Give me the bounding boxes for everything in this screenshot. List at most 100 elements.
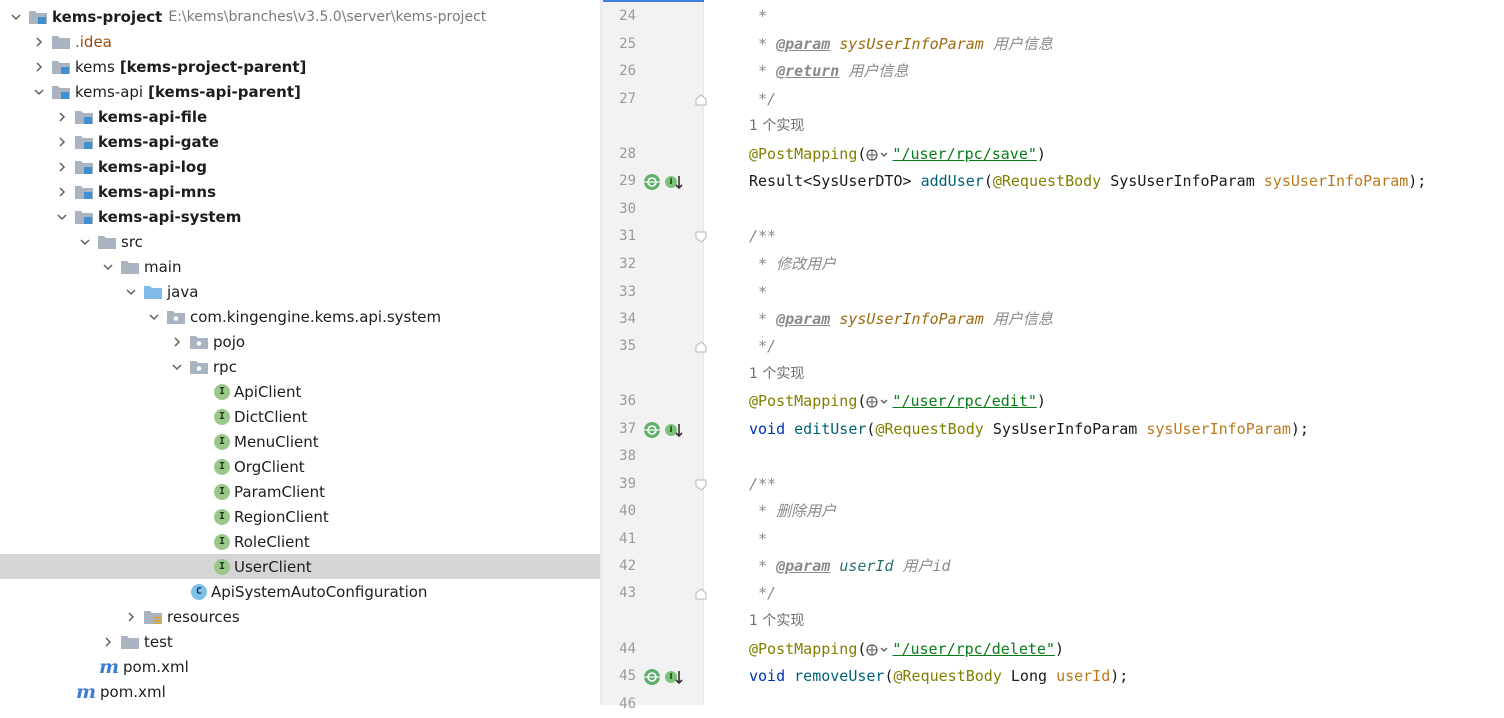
module-folder-icon: [51, 59, 71, 75]
chevron-down-icon[interactable]: [169, 359, 185, 375]
tree-item-label: kems: [75, 57, 115, 76]
tree-row-client[interactable]: I DictClient: [0, 404, 600, 429]
code-line: void removeUser(@RequestBody Long userId…: [749, 667, 1129, 685]
line-number: 33: [619, 284, 636, 300]
folder-icon: [51, 34, 71, 50]
gutter-icons: [643, 663, 684, 690]
interface-icon: I: [214, 458, 230, 475]
package-icon: [189, 359, 209, 375]
tree-row-pom[interactable]: m pom.xml: [0, 679, 600, 704]
tree-row-module[interactable]: kems-api-file: [0, 104, 600, 129]
gutter-icons: [643, 168, 684, 195]
tree-row-rpc[interactable]: rpc: [0, 354, 600, 379]
tree-item-label: OrgClient: [234, 457, 305, 476]
tree-row-src[interactable]: src: [0, 229, 600, 254]
module-folder-icon: [74, 109, 94, 125]
globe-dropdown-icon[interactable]: [866, 148, 892, 162]
tree-row-test[interactable]: test: [0, 629, 600, 654]
module-folder-icon: [51, 84, 71, 100]
code-editor[interactable]: [704, 0, 1504, 705]
tree-row-client[interactable]: I OrgClient: [0, 454, 600, 479]
tree-row-pojo[interactable]: pojo: [0, 329, 600, 354]
tree-row-kems[interactable]: kems [kems-project-parent]: [0, 54, 600, 79]
chevron-down-icon[interactable]: [146, 309, 162, 325]
web-endpoint-icon[interactable]: [643, 668, 661, 686]
tree-row-module[interactable]: kems-api-gate: [0, 129, 600, 154]
chevron-right-icon[interactable]: [123, 609, 139, 625]
tree-item-label: main: [144, 257, 182, 276]
tree-row-module[interactable]: kems-api-system: [0, 204, 600, 229]
code-line: /**: [749, 475, 777, 493]
tree-item-label: kems-api-system: [98, 207, 242, 226]
chevron-right-icon[interactable]: [54, 159, 70, 175]
tree-row-pom[interactable]: m pom.xml: [0, 654, 600, 679]
chevron-right-icon[interactable]: [31, 59, 47, 75]
tree-row-package[interactable]: com.kingengine.kems.api.system: [0, 304, 600, 329]
chevron-right-icon[interactable]: [54, 184, 70, 200]
tree-row-main[interactable]: main: [0, 254, 600, 279]
tree-item-label: .idea: [75, 32, 112, 51]
chevron-right-icon[interactable]: [100, 634, 116, 650]
project-tree: kems-project E:\kems\branches\v3.5.0\ser…: [0, 0, 600, 705]
tree-row-client[interactable]: I ParamClient: [0, 479, 600, 504]
tree-row-resources[interactable]: resources: [0, 604, 600, 629]
class-icon: C: [191, 583, 207, 600]
fold-start-icon[interactable]: [695, 231, 707, 243]
tree-item-label: DictClient: [234, 407, 308, 426]
source-folder-icon: [143, 284, 163, 300]
web-endpoint-icon[interactable]: [643, 421, 661, 439]
fold-end-icon[interactable]: [695, 588, 707, 600]
implementations-hint[interactable]: 1 个实现: [749, 113, 804, 140]
chevron-right-icon[interactable]: [31, 34, 47, 50]
folder-icon: [97, 234, 117, 250]
chevron-down-icon[interactable]: [54, 209, 70, 225]
chevron-down-icon[interactable]: [100, 259, 116, 275]
interface-icon: I: [214, 558, 230, 575]
tree-row-idea[interactable]: .idea: [0, 29, 600, 54]
web-endpoint-icon[interactable]: [643, 173, 661, 191]
tree-row-client[interactable]: I MenuClient: [0, 429, 600, 454]
code-line: * 修改用户: [758, 255, 837, 273]
chevron-down-icon[interactable]: [8, 9, 24, 25]
interface-icon: I: [214, 508, 230, 525]
globe-dropdown-icon[interactable]: [866, 643, 892, 657]
fold-end-icon[interactable]: [695, 94, 707, 106]
chevron-down-icon[interactable]: [123, 284, 139, 300]
chevron-right-icon[interactable]: [169, 334, 185, 350]
tree-row-autoconfig[interactable]: C ApiSystemAutoConfiguration: [0, 579, 600, 604]
tree-row-java[interactable]: java: [0, 279, 600, 304]
interface-icon: I: [214, 383, 230, 400]
line-number: 27: [619, 91, 636, 107]
chevron-down-icon[interactable]: [77, 234, 93, 250]
maven-icon: m: [99, 655, 120, 678]
chevron-down-icon[interactable]: [31, 84, 47, 100]
tree-row-client-selected[interactable]: I UserClient: [0, 554, 600, 579]
tree-item-label: ApiClient: [234, 382, 302, 401]
line-number: 44: [619, 641, 636, 657]
tree-row-client[interactable]: I RegionClient: [0, 504, 600, 529]
tree-item-label: ParamClient: [234, 482, 325, 501]
tree-item-label: test: [144, 632, 173, 651]
fold-start-icon[interactable]: [695, 479, 707, 491]
interface-icon: I: [214, 408, 230, 425]
tree-item-label: resources: [167, 607, 240, 626]
line-number: 35: [619, 338, 636, 354]
code-line: */: [758, 584, 777, 602]
line-number: 45: [619, 668, 636, 684]
implemented-icon[interactable]: [664, 668, 684, 686]
chevron-right-icon[interactable]: [54, 134, 70, 150]
tree-row-root[interactable]: kems-project E:\kems\branches\v3.5.0\ser…: [0, 4, 600, 29]
tree-row-client[interactable]: I RoleClient: [0, 529, 600, 554]
chevron-right-icon[interactable]: [54, 109, 70, 125]
tree-row-module[interactable]: kems-api-mns: [0, 179, 600, 204]
globe-dropdown-icon[interactable]: [866, 395, 892, 409]
tree-row-module[interactable]: kems-api-log: [0, 154, 600, 179]
implementations-hint[interactable]: 1 个实现: [749, 361, 804, 388]
tree-row-client[interactable]: I ApiClient: [0, 379, 600, 404]
tree-item-label: RegionClient: [234, 507, 329, 526]
implementations-hint[interactable]: 1 个实现: [749, 608, 804, 635]
implemented-icon[interactable]: [664, 173, 684, 191]
fold-end-icon[interactable]: [695, 341, 707, 353]
tree-row-kems-api[interactable]: kems-api [kems-api-parent]: [0, 79, 600, 104]
implemented-icon[interactable]: [664, 421, 684, 439]
